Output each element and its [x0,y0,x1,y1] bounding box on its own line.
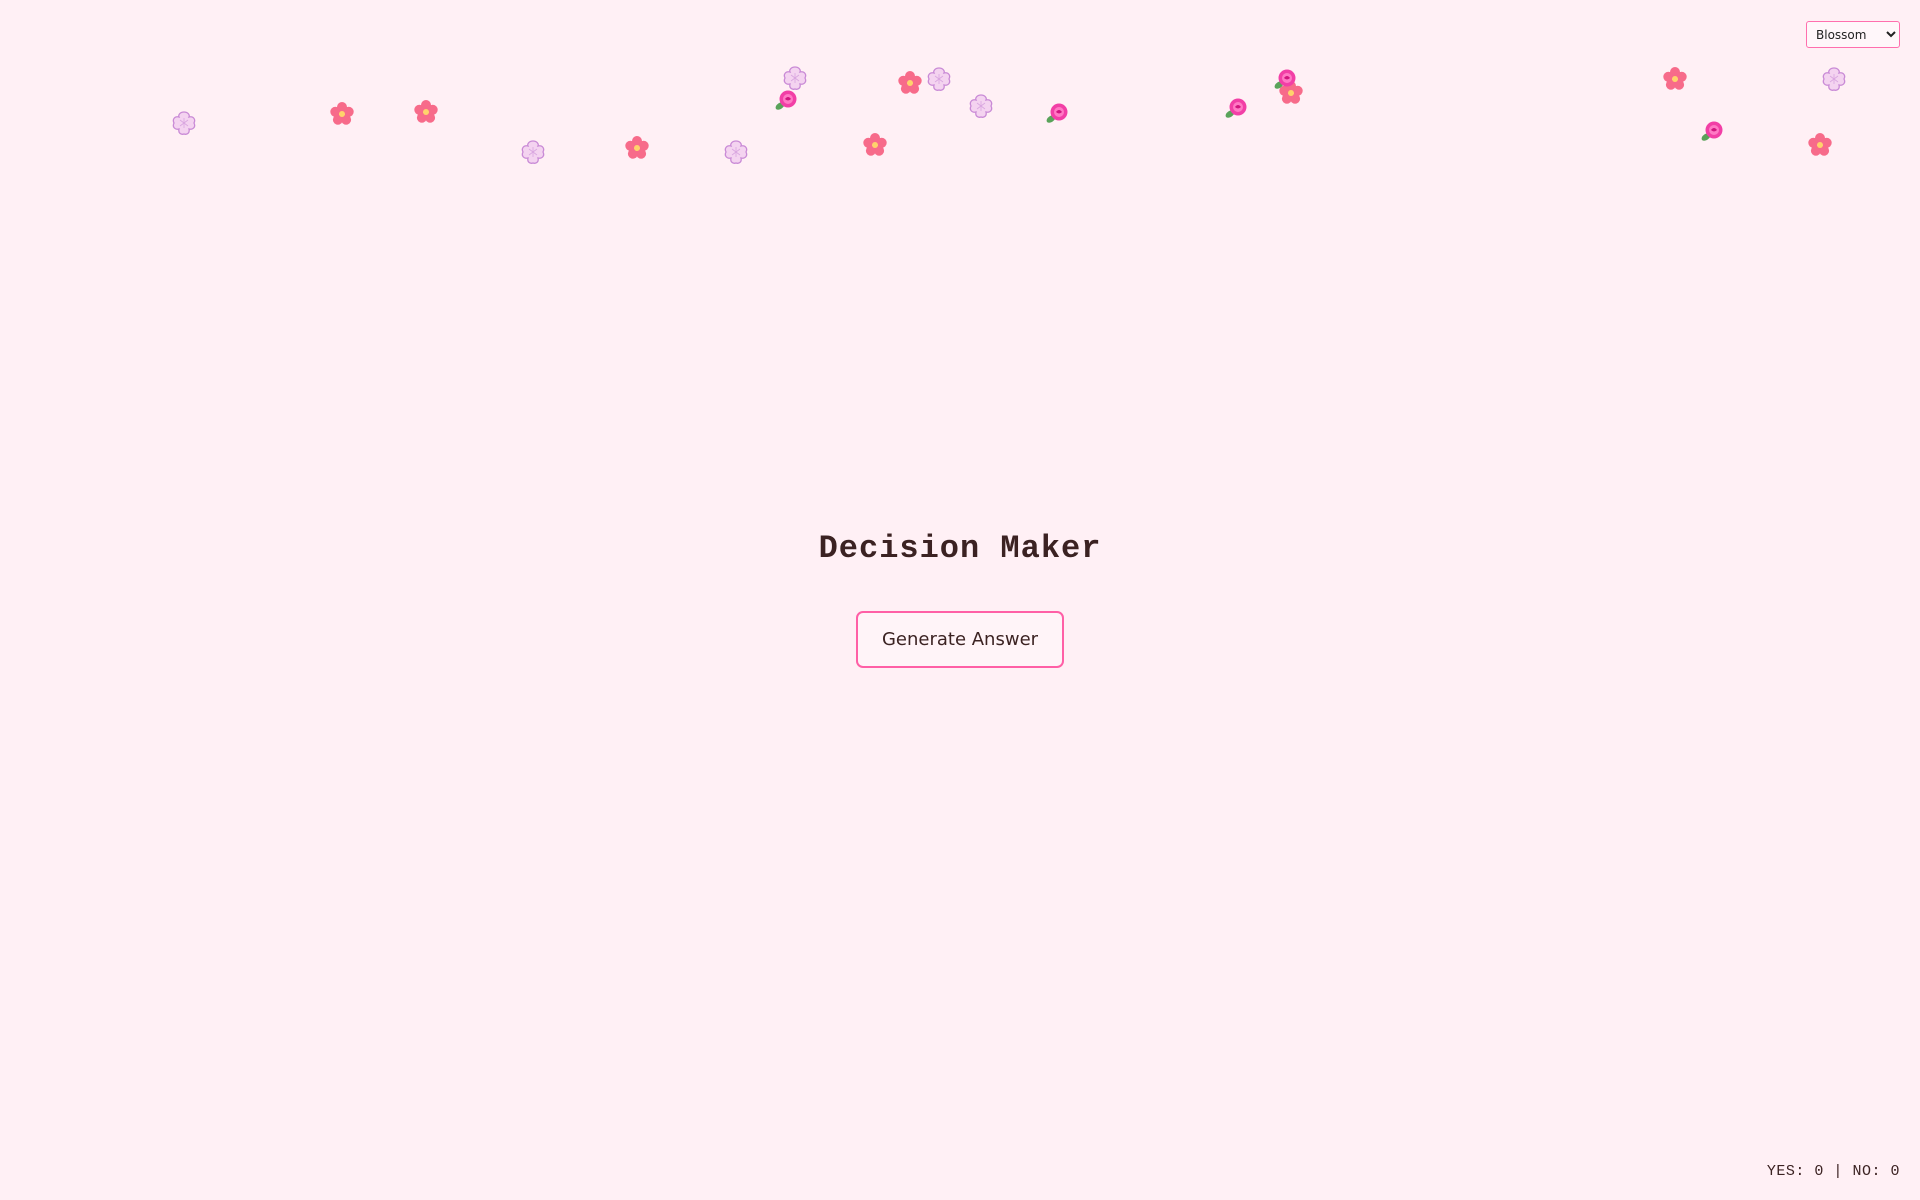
magenta-rose-icon [775,90,797,110]
yes-label: YES: [1766,1163,1805,1180]
lavender-blossom-icon [783,66,807,90]
pink-blossom-icon [414,100,438,123]
lavender-blossom-icon [172,111,196,135]
pink-blossom-icon [1663,67,1687,90]
lavender-blossom-icon [927,67,951,91]
pink-blossom-icon [625,136,649,159]
pink-blossom-icon [1808,133,1832,156]
no-count: 0 [1890,1163,1900,1180]
falling-petals [0,0,1920,200]
pink-blossom-icon [1279,81,1303,104]
theme-select[interactable]: Blossom [1806,21,1900,48]
lavender-blossom-icon [1822,67,1846,91]
magenta-rose-icon [1225,98,1247,118]
lavender-blossom-icon [521,140,545,164]
score-separator: | [1833,1163,1843,1180]
score-counter: YES: 0 | NO: 0 [1767,1163,1900,1180]
pink-blossom-icon [863,133,887,156]
magenta-rose-icon [1274,69,1296,89]
page-title: Decision Maker [818,530,1102,567]
lavender-blossom-icon [969,94,993,118]
no-label: NO: [1852,1163,1881,1180]
decision-maker-app: Blossom Decision Maker Generate Answer Y… [0,0,1920,1200]
pink-blossom-icon [330,102,354,125]
magenta-rose-icon [1046,103,1068,123]
pink-blossom-icon [898,71,922,94]
magenta-rose-icon [1701,121,1723,141]
yes-count: 0 [1814,1163,1824,1180]
generate-answer-button[interactable]: Generate Answer [856,611,1064,668]
lavender-blossom-icon [724,140,748,164]
